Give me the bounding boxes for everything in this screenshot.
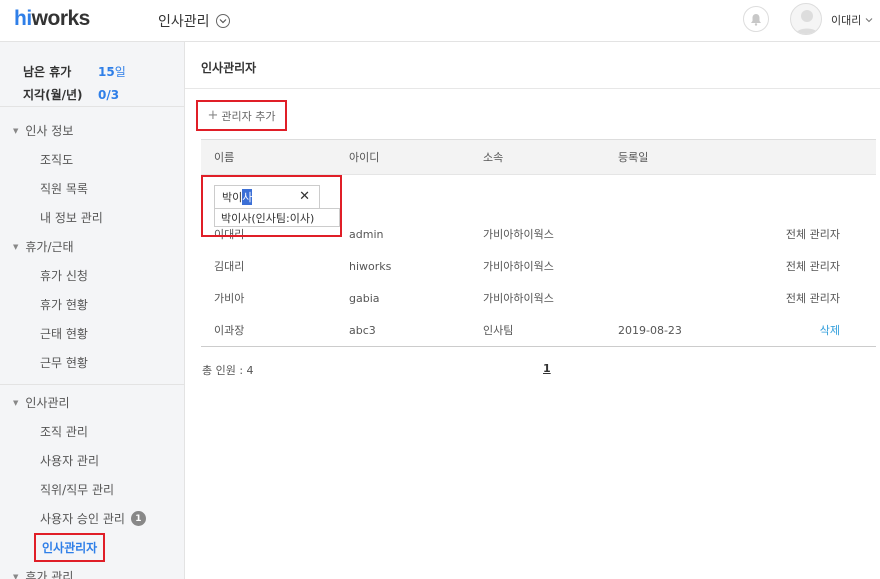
sidebar-item-org-chart[interactable]: 조직도 [0, 145, 184, 174]
sidebar-item-leave-request[interactable]: 휴가 신청 [0, 261, 184, 290]
sidebar-item-hr-admin[interactable]: 인사관리자 [0, 533, 184, 562]
sidebar: 남은 휴가 15 일 지각(월/년) 0/3 ▼ 인사 정보 조직도 직원 목록 내… [0, 42, 185, 579]
cell-role: 전체 관리자 [785, 260, 840, 273]
caret-down-icon: ▼ [13, 398, 19, 407]
cell-name: 가비아 [214, 292, 245, 305]
nav-head-hr-info[interactable]: ▼ 인사 정보 [0, 116, 184, 145]
cell-dept: 가비아하이웍스 [483, 228, 554, 241]
late-count-label: 지각(월/년) [23, 88, 83, 102]
logo-rest: works [31, 7, 91, 30]
nav-group-hr-admin: ▼ 인사관리 조직 관리 사용자 관리 직위/직무 관리 사용자 승인 관리 1 … [0, 388, 184, 562]
caret-down-icon: ▼ [13, 126, 19, 135]
sidebar-item-label: 인사관리자 [34, 533, 106, 562]
sidebar-item-label: 사용자 승인 관리 [40, 512, 125, 526]
nav-head-label: 휴가 관리 [25, 570, 74, 579]
filter-selected-text: 사 [242, 189, 253, 205]
remaining-leave-unit: 일 [114, 65, 126, 79]
sidebar-item-my-info[interactable]: 내 정보 관리 [0, 203, 184, 232]
leave-summary: 남은 휴가 15 일 지각(월/년) 0/3 [23, 60, 173, 106]
clear-icon[interactable]: ✕ [299, 189, 310, 204]
col-header-date: 등록일 [618, 151, 649, 164]
add-admin-button[interactable]: + 관리자 추가 [196, 100, 287, 131]
approval-count-badge: 1 [130, 511, 146, 526]
title-divider [185, 88, 880, 89]
late-count-row: 지각(월/년) 0/3 [23, 83, 173, 106]
plus-icon: + [207, 108, 219, 123]
remaining-leave-row: 남은 휴가 15 일 [23, 60, 173, 83]
notification-bell-icon[interactable] [743, 6, 769, 32]
app-switcher[interactable]: 인사관리 [158, 11, 230, 31]
sidebar-divider [0, 106, 184, 107]
nav-head-label: 인사 정보 [25, 124, 74, 138]
chevron-down-icon [215, 14, 230, 28]
nav-group-leave: ▼ 휴가/근태 휴가 신청 휴가 현황 근태 현황 근무 현황 [0, 232, 184, 377]
cell-dept: 가비아하이웍스 [483, 292, 554, 305]
col-header-dept: 소속 [483, 151, 504, 164]
main-content: 인사관리자 + 관리자 추가 이름 아이디 소속 등록일 이대리 admin 가… [185, 42, 880, 579]
col-header-id: 아이디 [349, 151, 380, 164]
late-count-value[interactable]: 0/3 [98, 88, 119, 102]
table-header: 이름 아이디 소속 등록일 [201, 139, 876, 175]
app-title: 인사관리 [158, 14, 210, 30]
sidebar-item-leave-status[interactable]: 휴가 현황 [0, 290, 184, 319]
cell-name: 이과장 [214, 324, 245, 337]
sidebar-item-position-manage[interactable]: 직위/직무 관리 [0, 475, 184, 504]
remaining-leave-value[interactable]: 15 [98, 65, 115, 79]
top-bar: hiworks 인사관리 이대리 [0, 0, 880, 42]
nav-head-leave[interactable]: ▼ 휴가/근태 [0, 232, 184, 261]
autocomplete-suggestion[interactable]: 박이사(인사팀:이사) [214, 208, 340, 227]
nav-head-label: 휴가/근태 [25, 240, 74, 254]
sidebar-divider [0, 384, 184, 385]
cell-id: gabia [349, 291, 380, 305]
user-name: 이대리 [831, 14, 862, 27]
user-menu[interactable]: 이대리 [831, 12, 873, 28]
chevron-down-icon [865, 18, 873, 23]
sidebar-item-employee-list[interactable]: 직원 목록 [0, 174, 184, 203]
caret-down-icon: ▼ [13, 572, 19, 579]
filter-text: 박이 [222, 191, 243, 204]
table-row: 이과장 abc3 인사팀 2019-08-23 삭제 [201, 314, 876, 346]
remaining-leave-label: 남은 휴가 [23, 65, 72, 79]
sidebar-item-user-manage[interactable]: 사용자 관리 [0, 446, 184, 475]
cell-date: 2019-08-23 [618, 323, 682, 337]
sidebar-item-user-approval[interactable]: 사용자 승인 관리 1 [0, 504, 184, 533]
cell-id: admin [349, 227, 384, 241]
table-bottom-border [201, 346, 876, 347]
admin-table: 이름 아이디 소속 등록일 이대리 admin 가비아하이웍스 전체 관리자 김… [201, 139, 876, 347]
nav-head-label: 인사관리 [25, 396, 70, 410]
logo-hi: hi [14, 7, 32, 30]
cell-role: 전체 관리자 [785, 228, 840, 241]
page-link[interactable]: 1 [543, 362, 551, 375]
table-row: 김대리 hiworks 가비아하이웍스 전체 관리자 [201, 250, 876, 282]
cell-id: abc3 [349, 323, 376, 337]
cell-name: 김대리 [214, 260, 245, 273]
nav-head-leave-admin[interactable]: ▼ 휴가 관리 [0, 562, 184, 579]
cell-dept: 가비아하이웍스 [483, 260, 554, 273]
nav-group-hr-info: ▼ 인사 정보 조직도 직원 목록 내 정보 관리 [0, 116, 184, 232]
sidebar-item-org-manage[interactable]: 조직 관리 [0, 417, 184, 446]
cell-id: hiworks [349, 259, 392, 273]
nav-head-hr-admin[interactable]: ▼ 인사관리 [0, 388, 184, 417]
avatar[interactable] [790, 3, 822, 35]
hiworks-logo[interactable]: hiworks [14, 7, 90, 31]
nav-group-leave-admin: ▼ 휴가 관리 [0, 562, 184, 579]
total-count: 총 인원 : 4 [202, 364, 254, 377]
page-title: 인사관리자 [201, 61, 257, 75]
sidebar-item-work-status[interactable]: 근무 현황 [0, 348, 184, 377]
delete-link[interactable]: 삭제 [766, 322, 876, 338]
add-admin-label: 관리자 추가 [221, 109, 276, 123]
caret-down-icon: ▼ [13, 242, 19, 251]
cell-dept: 인사팀 [483, 324, 514, 337]
name-filter-input[interactable]: 박이 사 ✕ [214, 185, 320, 209]
cell-role: 전체 관리자 [785, 292, 840, 305]
col-header-name: 이름 [214, 151, 235, 164]
sidebar-item-attendance-status[interactable]: 근태 현황 [0, 319, 184, 348]
table-row: 가비아 gabia 가비아하이웍스 전체 관리자 [201, 282, 876, 314]
